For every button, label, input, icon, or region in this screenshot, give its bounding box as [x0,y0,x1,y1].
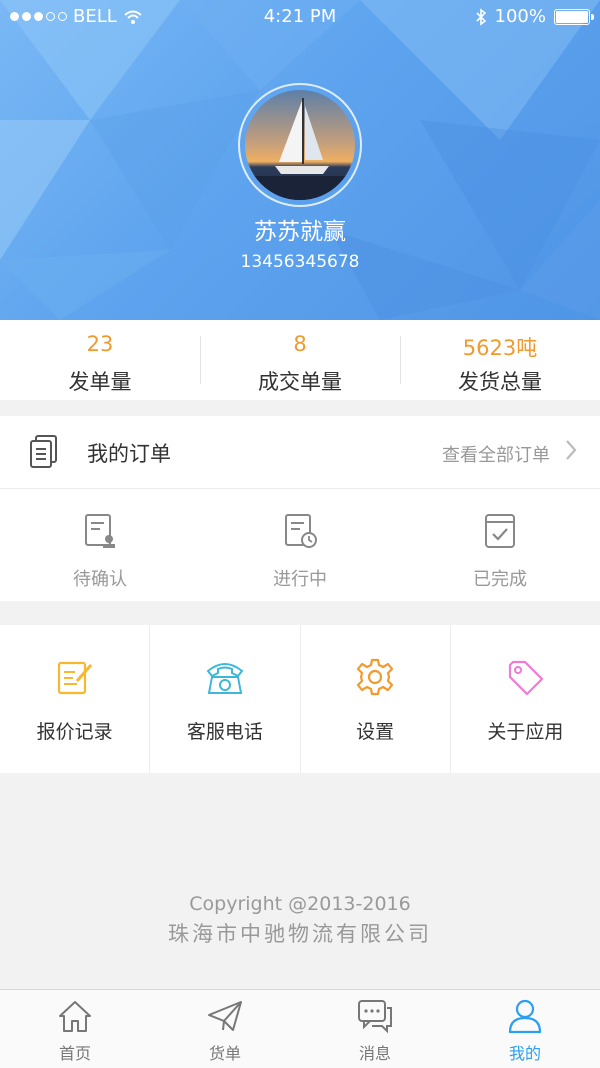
battery-percent: 100% [494,6,546,27]
stat-value: 23 [86,332,114,356]
chevron-right-icon[interactable] [564,438,578,462]
orders-document-icon [30,435,57,468]
tab-home[interactable]: 首页 [0,990,150,1068]
tag-icon [509,660,544,696]
stats-bar: 23 发单量 8 成交单量 5623吨 发货总量 [0,320,600,400]
order-tab-label: 进行中 [273,569,327,590]
company-name: 珠海市中驰物流有限公司 [168,922,432,946]
order-tab-completed[interactable]: 已完成 [400,489,600,601]
chat-icon [358,1000,392,1034]
stat-value: 5623吨 [462,336,538,360]
tab-waybill[interactable]: 货单 [150,990,300,1068]
stat-label: 发货总量 [458,370,542,394]
stat-orders-sent[interactable]: 23 发单量 [0,320,200,400]
user-icon [508,999,542,1034]
tab-mine[interactable]: 我的 [450,990,600,1068]
my-orders-title: 我的订单 [87,442,171,466]
doc-check-icon [485,514,515,548]
tab-label: 我的 [508,1044,541,1063]
order-tab-label: 已完成 [473,569,527,590]
tab-label: 货单 [208,1044,241,1063]
stat-label: 成交单量 [258,370,342,394]
service-label: 客服电话 [186,721,263,743]
stat-total-shipped[interactable]: 5623吨 发货总量 [400,320,600,400]
stat-value: 8 [293,332,307,356]
tab-label: 消息 [358,1044,391,1063]
service-label: 报价记录 [36,721,113,743]
order-tab-in-progress[interactable]: 进行中 [200,489,400,601]
copyright-text: Copyright @2013-2016 [189,893,411,915]
doc-stamp-icon [85,514,115,548]
bottom-tab-bar: 首页 货单 消息 我的 [0,989,600,1068]
doc-clock-icon [285,514,317,548]
paper-plane-icon [208,1001,242,1031]
user-phone: 13456345678 [240,252,360,272]
about-app-button[interactable]: 关于应用 [449,625,600,773]
quote-edit-icon [57,661,92,695]
service-label: 关于应用 [487,721,564,743]
my-orders-header[interactable]: 我的订单 查看全部订单 [0,416,600,489]
settings-button[interactable]: 设置 [299,625,450,773]
view-all-orders-link[interactable]: 查看全部订单 [442,441,550,467]
service-label: 设置 [356,721,395,743]
home-icon [59,1001,91,1032]
my-orders-section: 我的订单 查看全部订单 待确认 进行中 已完成 [0,416,600,601]
gear-icon [357,658,394,696]
battery-icon [554,8,594,25]
avatar[interactable] [238,83,362,207]
telephone-icon [206,663,244,694]
customer-service-phone-button[interactable]: 客服电话 [149,625,299,773]
profile-header: BELL 4:21 PM 100% 苏苏就赢 13456345678 [0,0,600,320]
tab-label: 首页 [58,1044,91,1063]
user-name: 苏苏就赢 [254,219,346,245]
order-tab-label: 待确认 [73,569,127,590]
status-bar: BELL 4:21 PM 100% [0,0,600,34]
services-grid: 报价记录 客服电话 设置 关于应用 [0,625,600,773]
tab-messages[interactable]: 消息 [300,990,450,1068]
stat-label: 发单量 [68,370,132,394]
sailboat-photo [245,90,355,200]
order-tab-pending[interactable]: 待确认 [0,489,200,601]
bluetooth-icon [475,7,486,26]
quote-records-button[interactable]: 报价记录 [0,625,149,773]
stat-deals[interactable]: 8 成交单量 [200,320,400,400]
